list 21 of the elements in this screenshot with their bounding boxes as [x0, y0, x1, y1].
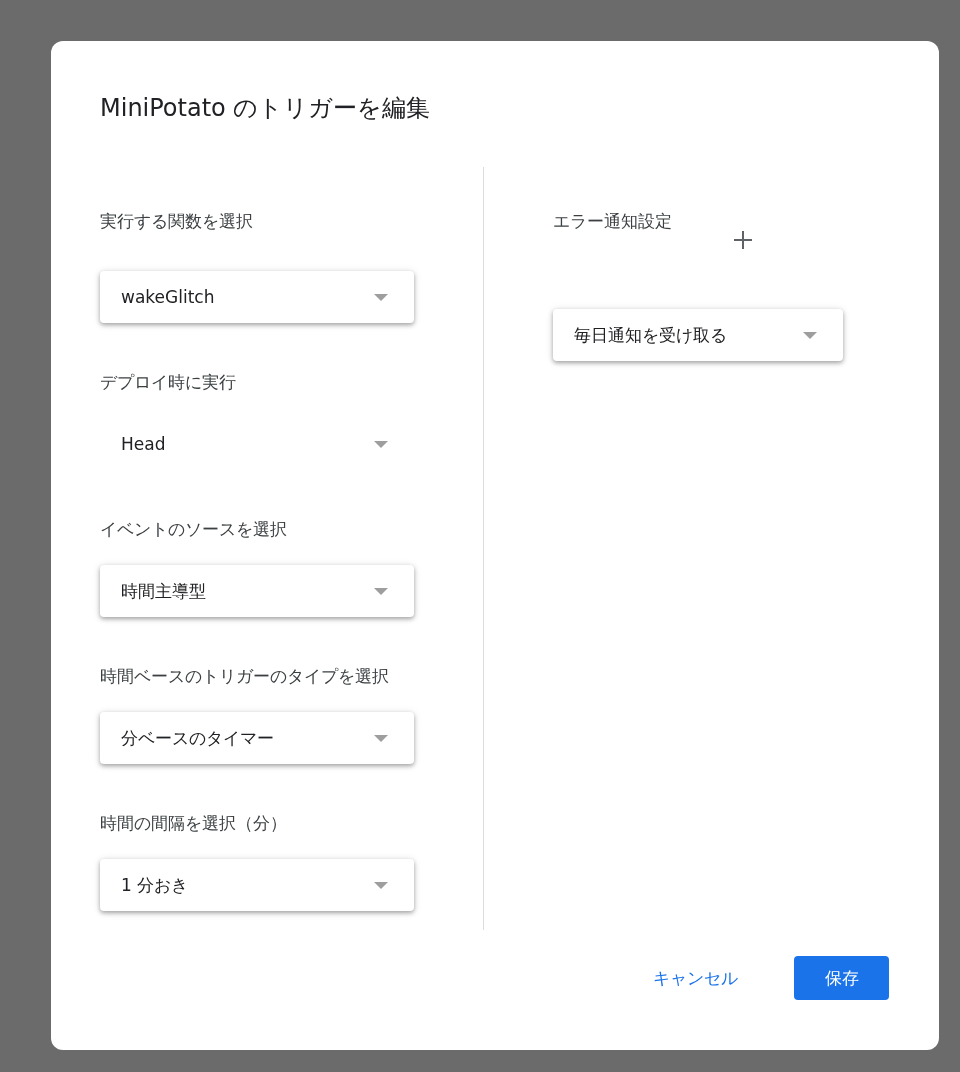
cancel-button[interactable]: キャンセル [643, 956, 748, 1000]
field-label: 時間の間隔を選択（分） [100, 812, 288, 835]
caret-icon [374, 440, 388, 448]
caret-icon [374, 293, 388, 301]
field-label: デプロイ時に実行 [100, 371, 237, 394]
dropdown[interactable]: 1 分おき [100, 859, 414, 911]
save-button[interactable]: 保存 [794, 956, 889, 1000]
caret-icon [374, 587, 388, 595]
field-label: エラー通知設定 [553, 210, 672, 233]
field-label: 実行する関数を選択 [100, 210, 254, 233]
dropdown[interactable]: 毎日通知を受け取る [553, 309, 843, 361]
caret-icon [374, 734, 388, 742]
add-icon[interactable] [734, 231, 752, 249]
caret-icon [374, 881, 388, 889]
dropdown[interactable]: wakeGlitch [100, 271, 414, 323]
field-label: 時間ベースのトリガーのタイプを選択 [100, 665, 390, 688]
dropdown[interactable]: 分ベースのタイマー [100, 712, 414, 764]
dropdown[interactable]: 時間主導型 [100, 565, 414, 617]
dialog-title: MiniPotato のトリガーを編集 [100, 94, 432, 122]
caret-icon [803, 331, 817, 339]
field-label: イベントのソースを選択 [100, 518, 288, 541]
